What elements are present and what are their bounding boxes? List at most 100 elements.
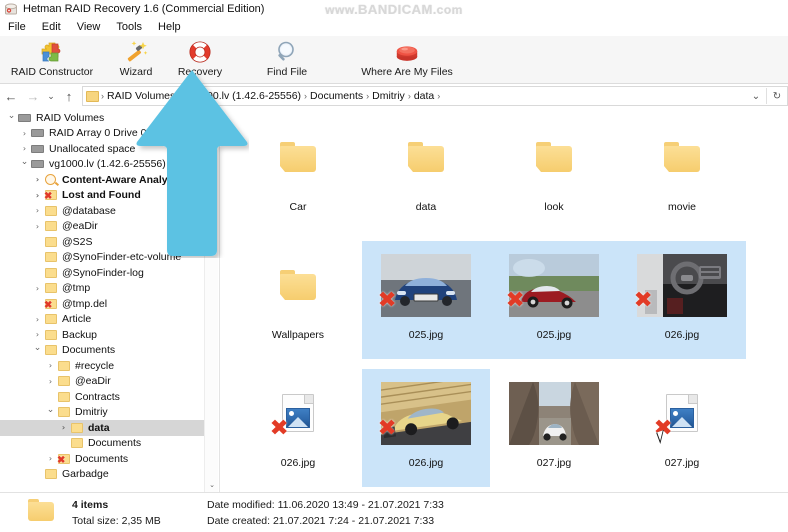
folder-tree-pane: ⌄ RAID Volumes › RAID Array 0 Drive 0 › Unall… bbox=[0, 107, 220, 492]
chevron-down-icon[interactable]: ⌄ bbox=[19, 157, 30, 167]
forward-button[interactable]: → bbox=[22, 85, 44, 107]
tree-item-vg1000-lv-1-42-6-25556[interactable]: ⌄ vg1000.lv (1.42.6-25556) bbox=[0, 157, 205, 173]
chevron-right-icon[interactable]: › bbox=[45, 377, 56, 386]
folder-item[interactable]: Car bbox=[234, 113, 362, 231]
tree-item-s2s[interactable]: @S2S bbox=[0, 234, 205, 250]
file-item[interactable]: ✖ 026.jpg bbox=[362, 369, 490, 487]
chevron-right-icon[interactable]: › bbox=[32, 284, 43, 293]
tree-item-article[interactable]: › Article bbox=[0, 312, 205, 328]
chevron-down-icon[interactable]: ⌄ bbox=[32, 343, 43, 353]
chevron-right-icon[interactable]: › bbox=[19, 144, 30, 153]
file-item[interactable]: ✖ 026.jpg bbox=[618, 241, 746, 359]
tree-item-documents[interactable]: Documents bbox=[0, 436, 205, 452]
tree-item-documents[interactable]: › ✖ Documents bbox=[0, 451, 205, 467]
image-file-icon: ✖ bbox=[618, 369, 746, 457]
tree-item-dmitriy[interactable]: ⌄ Dmitriy bbox=[0, 405, 205, 421]
tree-item-backup[interactable]: › Backup bbox=[0, 327, 205, 343]
tree-item-documents[interactable]: ⌄ Documents bbox=[0, 343, 205, 359]
folder-item[interactable]: look bbox=[490, 113, 618, 231]
file-item[interactable]: ✖ 025.jpg bbox=[490, 241, 618, 359]
toolbar-recovery-button[interactable]: Recovery bbox=[168, 36, 232, 84]
deleted-x-icon: ✖ bbox=[633, 288, 653, 313]
chevron-right-icon[interactable]: › bbox=[45, 454, 56, 463]
toolbar-where-are-my-files-button[interactable]: Where Are My Files bbox=[342, 36, 472, 84]
scroll-up-arrow[interactable]: ⌃ bbox=[205, 107, 219, 121]
folder-item[interactable]: movie bbox=[618, 113, 746, 231]
tree-item-recycle[interactable]: › #recycle bbox=[0, 358, 205, 374]
tree-item-tmp-del[interactable]: ✖ @tmp.del bbox=[0, 296, 205, 312]
tree-item-label: Lost and Found bbox=[62, 189, 141, 202]
file-item[interactable]: 027.jpg bbox=[490, 369, 618, 487]
menu-edit[interactable]: Edit bbox=[40, 21, 63, 33]
tree-item-eadir[interactable]: › @eaDir bbox=[0, 374, 205, 390]
breadcrumb[interactable]: › RAID Volumes › vg1000.lv (1.42.6-25556… bbox=[82, 86, 788, 106]
tree-item-label: @SynoFinder-etc-volume bbox=[62, 251, 182, 264]
app-icon bbox=[5, 3, 18, 16]
tree-item-raid-volumes[interactable]: ⌄ RAID Volumes bbox=[0, 110, 205, 126]
tree-item-label: Documents bbox=[88, 437, 142, 450]
file-item[interactable]: ✖ 025.jpg bbox=[362, 241, 490, 359]
tree-item-unallocated-space[interactable]: › Unallocated space bbox=[0, 141, 205, 157]
menu-view[interactable]: View bbox=[75, 21, 103, 33]
breadcrumb-item-data[interactable]: data bbox=[412, 90, 436, 102]
chevron-right-icon[interactable]: › bbox=[32, 315, 43, 324]
deleted-x-icon: ✖ bbox=[505, 288, 525, 313]
back-button[interactable]: ← bbox=[0, 85, 22, 107]
tree-item-raid-array-0-drive-0[interactable]: › RAID Array 0 Drive 0 bbox=[0, 126, 205, 142]
folder-icon bbox=[43, 314, 58, 325]
tree-item-content-aware-analysis[interactable]: › Content-Aware Analysis bbox=[0, 172, 205, 188]
chevron-right-icon[interactable]: › bbox=[58, 423, 69, 432]
toolbar-raid-constructor-button[interactable]: RAID Constructor bbox=[0, 36, 104, 84]
menu-file[interactable]: File bbox=[6, 21, 28, 33]
chevron-right-icon[interactable]: › bbox=[32, 330, 43, 339]
tree-item-database[interactable]: › @database bbox=[0, 203, 205, 219]
chevron-right-icon[interactable]: › bbox=[32, 191, 43, 200]
folder-icon bbox=[362, 113, 490, 201]
recent-locations-button[interactable]: ⌄ bbox=[44, 85, 58, 107]
tree-item-contracts[interactable]: Contracts bbox=[0, 389, 205, 405]
file-item[interactable]: ✖ 026.jpg bbox=[234, 369, 362, 487]
chevron-right-icon[interactable]: › bbox=[32, 175, 43, 184]
tree-item-data[interactable]: › data bbox=[0, 420, 205, 436]
tree-item-eadir[interactable]: › @eaDir bbox=[0, 219, 205, 235]
refresh-icon[interactable]: ↻ bbox=[767, 87, 787, 105]
tree-item-lost-and-found[interactable]: › ✖ Lost and Found bbox=[0, 188, 205, 204]
tree-item-tmp[interactable]: › @tmp bbox=[0, 281, 205, 297]
chevron-down-icon[interactable]: ⌄ bbox=[6, 111, 17, 121]
menu-tools[interactable]: Tools bbox=[114, 21, 144, 33]
breadcrumb-item-raid-volumes[interactable]: RAID Volumes bbox=[105, 90, 177, 102]
file-item-label: 027.jpg bbox=[664, 457, 700, 469]
chevron-right-icon[interactable]: › bbox=[45, 361, 56, 370]
photo-thumbnail: ✖ bbox=[618, 241, 746, 329]
breadcrumb-item-documents[interactable]: Documents bbox=[308, 90, 365, 102]
scroll-thumb[interactable] bbox=[207, 129, 217, 171]
tree-item-label: Backup bbox=[62, 328, 98, 341]
menu-help[interactable]: Help bbox=[156, 21, 183, 33]
breadcrumb-item-vg1000[interactable]: vg1000.lv (1.42.6-25556) bbox=[182, 90, 303, 102]
tree-item-garbadge[interactable]: Garbadge bbox=[0, 467, 205, 483]
chevron-right-icon[interactable]: › bbox=[19, 129, 30, 138]
scroll-down-arrow[interactable]: ⌄ bbox=[205, 478, 219, 492]
chevron-down-icon[interactable]: ⌄ bbox=[45, 405, 56, 415]
chevron-right-icon[interactable]: › bbox=[32, 222, 43, 231]
tree-item-label: @tmp.del bbox=[62, 297, 108, 310]
chevron-right-icon[interactable]: › bbox=[32, 206, 43, 215]
tree-item-label: RAID Array 0 Drive 0 bbox=[49, 127, 147, 140]
folder-icon bbox=[234, 113, 362, 201]
status-date-modified: Date modified: 11.06.2020 13:49 - 21.07.… bbox=[207, 499, 444, 511]
file-item[interactable]: ✖ 027.jpg bbox=[618, 369, 746, 487]
chevron-down-icon[interactable]: ⌄ bbox=[746, 87, 766, 105]
tree-scrollbar[interactable]: ⌃ ⌄ bbox=[204, 107, 218, 492]
up-button[interactable]: ↑ bbox=[58, 85, 80, 107]
toolbar-find-file-button[interactable]: Find File bbox=[232, 36, 342, 84]
toolbar-wizard-button[interactable]: Wizard bbox=[104, 36, 168, 84]
folder-tree[interactable]: ⌄ RAID Volumes › RAID Array 0 Drive 0 › Unall… bbox=[0, 107, 205, 492]
file-item-label: 025.jpg bbox=[536, 329, 572, 341]
breadcrumb-item-dmitriy[interactable]: Dmitriy bbox=[370, 90, 407, 102]
file-list-pane[interactable]: Car data look movie Wallpapers ✖ 025.jpg ✖ 025… bbox=[220, 107, 788, 492]
status-date-modified-label: Date modified: bbox=[207, 498, 275, 511]
folder-item[interactable]: Wallpapers bbox=[234, 241, 362, 359]
folder-item[interactable]: data bbox=[362, 113, 490, 231]
tree-item-synofinder-etc-volume[interactable]: @SynoFinder-etc-volume bbox=[0, 250, 205, 266]
tree-item-synofinder-log[interactable]: @SynoFinder-log bbox=[0, 265, 205, 281]
